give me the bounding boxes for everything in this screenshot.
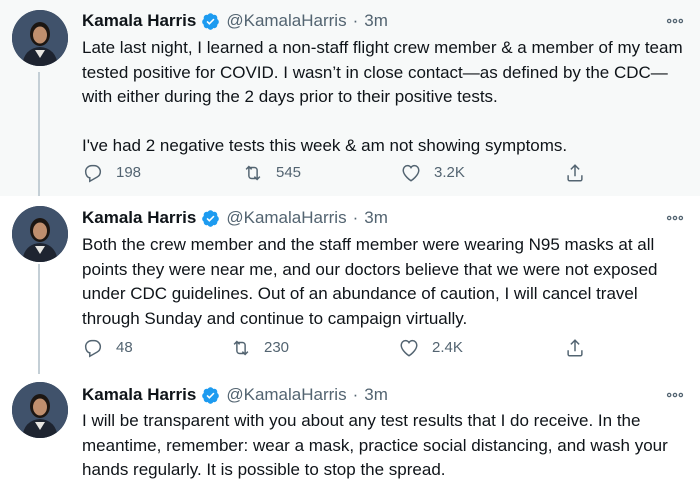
thread-line bbox=[38, 264, 40, 374]
tweet-header: Kamala Harris @KamalaHarris · 3m bbox=[82, 206, 388, 230]
author-name[interactable]: Kamala Harris bbox=[82, 11, 196, 31]
author-handle[interactable]: @KamalaHarris bbox=[226, 385, 346, 405]
avatar[interactable] bbox=[12, 206, 68, 262]
share-button[interactable] bbox=[564, 337, 598, 359]
like-button[interactable]: 3.2K bbox=[400, 162, 465, 184]
avatar[interactable] bbox=[12, 10, 68, 66]
author-handle[interactable]: @KamalaHarris bbox=[226, 11, 346, 31]
reply-button[interactable]: 198 bbox=[82, 162, 141, 184]
avatar[interactable] bbox=[12, 382, 68, 438]
like-count: 2.4K bbox=[432, 339, 463, 356]
author-handle[interactable]: @KamalaHarris bbox=[226, 208, 346, 228]
tweet-actions: 198 545 3.2K bbox=[82, 162, 602, 184]
separator: · bbox=[352, 208, 359, 227]
timestamp[interactable]: 3m bbox=[364, 208, 388, 228]
separator: · bbox=[352, 11, 359, 30]
retweet-button[interactable]: 230 bbox=[230, 337, 289, 359]
tweet-text: Late last night, I learned a non-staff f… bbox=[82, 38, 683, 155]
share-button[interactable] bbox=[564, 162, 598, 184]
retweet-count: 545 bbox=[276, 164, 302, 181]
tweet-actions: 48 230 2.4K bbox=[82, 337, 602, 359]
thread-line bbox=[38, 72, 40, 196]
reply-icon bbox=[84, 339, 102, 358]
author-name[interactable]: Kamala Harris bbox=[82, 385, 196, 405]
reply-count: 48 bbox=[116, 339, 133, 356]
tweet-text: I will be transparent with you about any… bbox=[82, 411, 673, 479]
tweet-text: Both the crew member and the staff membe… bbox=[82, 235, 663, 328]
more-options-icon[interactable] bbox=[664, 384, 686, 406]
timestamp[interactable]: 3m bbox=[364, 11, 388, 31]
share-icon bbox=[567, 164, 583, 182]
verified-badge-icon bbox=[201, 386, 220, 405]
timestamp[interactable]: 3m bbox=[364, 385, 388, 405]
retweet-button[interactable]: 545 bbox=[242, 162, 301, 184]
more-options-icon[interactable] bbox=[664, 10, 686, 32]
tweet-2[interactable]: Kamala Harris @KamalaHarris · 3m Both th… bbox=[0, 196, 700, 374]
author-name[interactable]: Kamala Harris bbox=[82, 208, 196, 228]
like-icon bbox=[400, 339, 418, 357]
retweet-icon bbox=[245, 165, 261, 181]
retweet-count: 230 bbox=[264, 339, 290, 356]
share-icon bbox=[567, 339, 583, 357]
verified-badge-icon bbox=[201, 12, 220, 31]
like-button[interactable]: 2.4K bbox=[398, 337, 463, 359]
more-options-icon[interactable] bbox=[664, 207, 686, 229]
reply-count: 198 bbox=[116, 164, 142, 181]
like-count: 3.2K bbox=[434, 164, 465, 181]
separator: · bbox=[352, 385, 359, 404]
reply-icon bbox=[84, 164, 102, 183]
retweet-icon bbox=[233, 340, 249, 356]
like-icon bbox=[402, 164, 420, 182]
reply-button[interactable]: 48 bbox=[82, 337, 133, 359]
tweet-1[interactable]: Kamala Harris @KamalaHarris · 3m Late la… bbox=[0, 0, 700, 196]
tweet-3[interactable]: Kamala Harris @KamalaHarris · 3m I will … bbox=[0, 374, 700, 481]
tweet-header: Kamala Harris @KamalaHarris · 3m bbox=[82, 383, 388, 407]
tweet-header: Kamala Harris @KamalaHarris · 3m bbox=[82, 9, 388, 33]
verified-badge-icon bbox=[201, 209, 220, 228]
